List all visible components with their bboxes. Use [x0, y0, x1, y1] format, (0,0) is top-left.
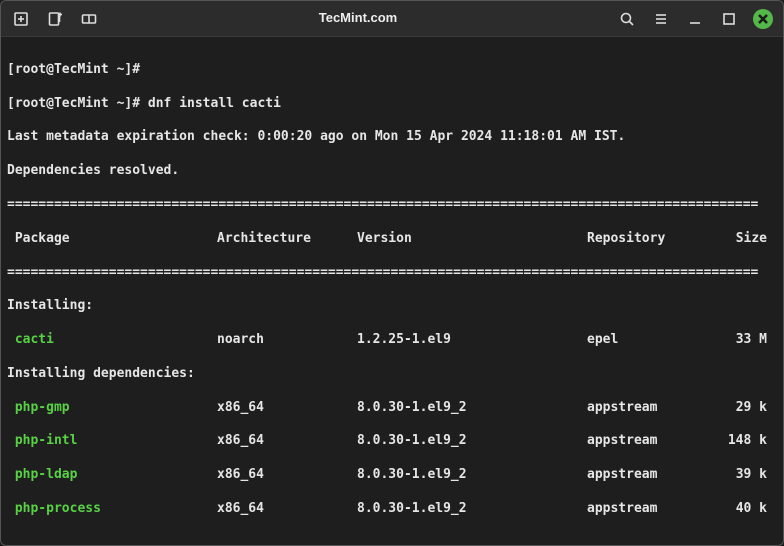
pkg-size: 33 M [717, 332, 767, 349]
table-row: php-gmpx86_648.0.30-1.el9_2appstream29 k [7, 400, 773, 417]
pkg-repo: epel [587, 332, 717, 349]
pkg-repo: appstream [587, 400, 717, 417]
rule-line: ========================================… [7, 265, 773, 282]
maximize-button[interactable] [719, 9, 739, 29]
pkg-arch: x86_64 [217, 501, 357, 518]
header-architecture: Architecture [217, 231, 357, 248]
table-row: php-ldapx86_648.0.30-1.el9_2appstream39 … [7, 467, 773, 484]
header-package: Package [7, 231, 217, 248]
pkg-version: 8.0.30-1.el9_2 [357, 467, 587, 484]
window-title: TecMint.com [107, 10, 609, 27]
pkg-name: php-process [7, 501, 217, 518]
table-header-row: PackageArchitectureVersionRepositorySize [7, 231, 773, 248]
minimize-button[interactable] [685, 9, 705, 29]
titlebar: TecMint.com [1, 1, 783, 37]
ps1: [root@TecMint ~]# [7, 96, 140, 111]
pkg-arch: x86_64 [217, 467, 357, 484]
pkg-version: 1.2.25-1.el9 [357, 332, 587, 349]
split-view-button[interactable] [79, 9, 99, 29]
table-row: php-processx86_648.0.30-1.el9_2appstream… [7, 501, 773, 518]
pkg-size: 40 k [717, 501, 767, 518]
menu-button[interactable] [651, 9, 671, 29]
metadata-line: Last metadata expiration check: 0:00:20 … [7, 129, 773, 146]
table-row: php-intlx86_648.0.30-1.el9_2appstream148… [7, 433, 773, 450]
section-installing: Installing: [7, 298, 773, 315]
deps-resolved-line: Dependencies resolved. [7, 163, 773, 180]
table-row: cactinoarch1.2.25-1.el9epel33 M [7, 332, 773, 349]
titlebar-left-controls [11, 9, 99, 29]
rule-line: ========================================… [7, 197, 773, 214]
header-size: Size [717, 231, 767, 248]
pkg-repo: appstream [587, 433, 717, 450]
pkg-size: 148 k [717, 433, 767, 450]
pkg-repo: appstream [587, 467, 717, 484]
pkg-arch: x86_64 [217, 400, 357, 417]
section-installing-deps: Installing dependencies: [7, 366, 773, 383]
pkg-arch: x86_64 [217, 433, 357, 450]
pkg-version: 8.0.30-1.el9_2 [357, 433, 587, 450]
blank-line [7, 535, 773, 546]
pkg-name: php-intl [7, 433, 217, 450]
pkg-size: 39 k [717, 467, 767, 484]
new-tab-button[interactable] [11, 9, 31, 29]
titlebar-right-controls [617, 9, 773, 29]
close-button[interactable] [753, 9, 773, 29]
terminal-output[interactable]: [root@TecMint ~]# [root@TecMint ~]# dnf … [1, 37, 783, 546]
ps1: [root@TecMint ~]# [7, 62, 140, 77]
pkg-name: php-ldap [7, 467, 217, 484]
header-repository: Repository [587, 231, 717, 248]
command-text: dnf install cacti [148, 96, 281, 111]
prompt-line-command: [root@TecMint ~]# dnf install cacti [7, 96, 773, 113]
header-version: Version [357, 231, 587, 248]
search-button[interactable] [617, 9, 637, 29]
pkg-version: 8.0.30-1.el9_2 [357, 501, 587, 518]
new-window-button[interactable] [45, 9, 65, 29]
pkg-repo: appstream [587, 501, 717, 518]
pkg-arch: noarch [217, 332, 357, 349]
pkg-size: 29 k [717, 400, 767, 417]
prompt-line-empty: [root@TecMint ~]# [7, 62, 773, 79]
pkg-name: php-gmp [7, 400, 217, 417]
pkg-version: 8.0.30-1.el9_2 [357, 400, 587, 417]
pkg-name: cacti [7, 332, 217, 349]
